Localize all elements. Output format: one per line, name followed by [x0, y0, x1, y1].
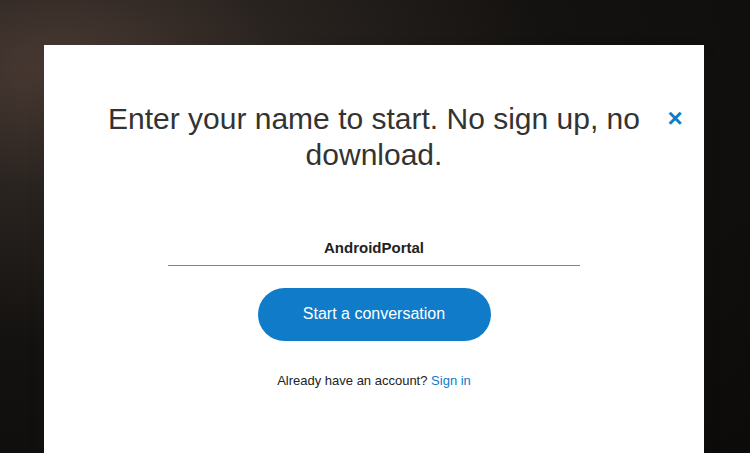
sign-in-prompt: Already have an account?: [277, 373, 427, 388]
name-field[interactable]: [168, 233, 580, 266]
start-conversation-button[interactable]: Start a conversation: [258, 288, 491, 341]
background-photo: ×Enter your name to start. No sign up, n…: [0, 0, 750, 453]
name-field-wrap: [168, 233, 580, 266]
close-button[interactable]: ×: [664, 107, 686, 129]
sign-in-line: Already have an account? Sign in: [84, 371, 664, 391]
sign-in-link[interactable]: Sign in: [431, 373, 471, 388]
start-dialog: ×Enter your name to start. No sign up, n…: [44, 45, 704, 453]
button-row: Start a conversation: [84, 266, 664, 341]
dialog-heading: Enter your name to start. No sign up, no…: [84, 101, 664, 173]
